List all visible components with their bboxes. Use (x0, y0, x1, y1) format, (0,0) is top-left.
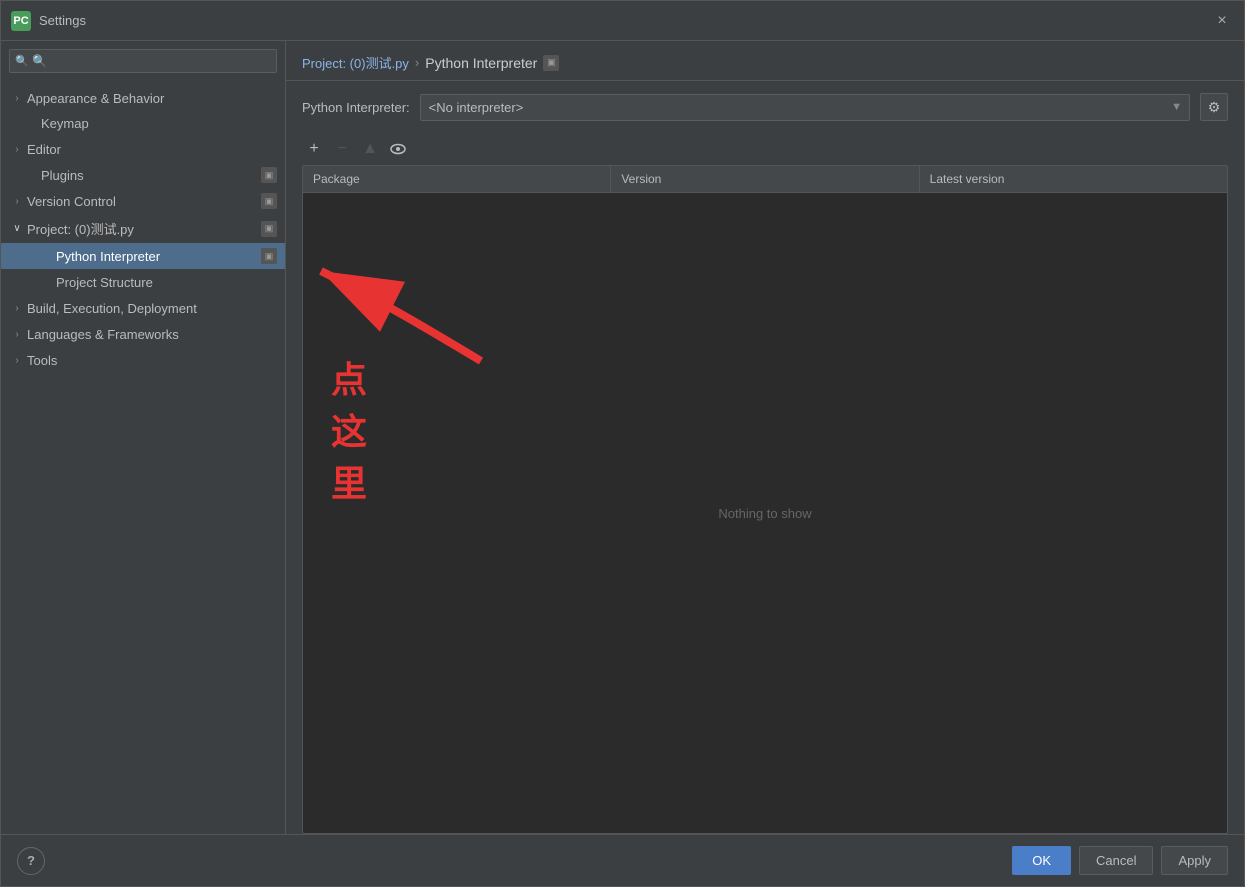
sidebar-item-build[interactable]: › Build, Execution, Deployment (1, 295, 285, 321)
chevron-right-icon-build: › (9, 300, 25, 316)
chevron-right-icon-vc: › (9, 193, 25, 209)
chevron-down-icon-project: ∨ (9, 221, 25, 237)
packages-toolbar: + − ▲ (286, 133, 1244, 165)
sidebar-label-tools: Tools (27, 353, 277, 368)
title-bar: PC Settings × (1, 1, 1244, 41)
search-icon: 🔍 (15, 55, 29, 68)
sidebar-label-appearance: Appearance & Behavior (27, 91, 277, 106)
sidebar: 🔍 › Appearance & Behavior Keymap › Edito… (1, 41, 286, 834)
settings-dialog: PC Settings × 🔍 › Appearance & Behavior … (0, 0, 1245, 887)
bottom-bar: ? OK Cancel Apply (1, 834, 1244, 886)
interpreter-dropdown[interactable]: <No interpreter> (420, 94, 1190, 121)
chevron-right-icon-lang: › (9, 326, 25, 342)
sidebar-item-project-structure[interactable]: Project Structure ▣ (1, 269, 285, 295)
breadcrumb-current: Python Interpreter (425, 55, 537, 71)
empty-state-text: Nothing to show (718, 506, 811, 521)
chevron-right-icon: › (9, 90, 25, 106)
sidebar-item-keymap[interactable]: Keymap (1, 111, 285, 136)
sidebar-label-build: Build, Execution, Deployment (27, 301, 277, 316)
help-button[interactable]: ? (17, 847, 45, 875)
sidebar-item-version-control[interactable]: › Version Control ▣ (1, 188, 285, 214)
interpreter-dropdown-wrapper: <No interpreter> ▼ (420, 94, 1190, 121)
sidebar-label-languages: Languages & Frameworks (27, 327, 277, 342)
cancel-button[interactable]: Cancel (1079, 846, 1153, 875)
close-button[interactable]: × (1210, 9, 1234, 33)
sidebar-item-python-interpreter[interactable]: Python Interpreter ▣ (1, 243, 285, 269)
bottom-actions: OK Cancel Apply (1012, 846, 1228, 875)
sidebar-item-languages[interactable]: › Languages & Frameworks (1, 321, 285, 347)
sidebar-item-plugins[interactable]: Plugins ▣ (1, 162, 285, 188)
interpreter-label: Python Interpreter: (302, 100, 410, 115)
add-package-button[interactable]: + (302, 137, 326, 161)
breadcrumb-project[interactable]: Project: (0)测试.py (302, 53, 409, 72)
search-box: 🔍 (9, 49, 277, 73)
column-version: Version (611, 166, 919, 192)
column-package: Package (303, 166, 611, 192)
sidebar-item-project[interactable]: ∨ Project: (0)测试.py ▣ (1, 214, 285, 243)
right-panel: Project: (0)测试.py › Python Interpreter ▣… (286, 41, 1244, 834)
sidebar-label-project: Project: (0)测试.py (27, 219, 134, 238)
sidebar-label-python-interpreter: Python Interpreter (56, 249, 261, 264)
interpreter-settings-button[interactable]: ⚙ (1200, 93, 1228, 121)
breadcrumb: Project: (0)测试.py › Python Interpreter ▣ (286, 41, 1244, 81)
search-input[interactable] (9, 49, 277, 73)
breadcrumb-separator: › (415, 55, 419, 70)
ok-button[interactable]: OK (1012, 846, 1071, 875)
dialog-title: Settings (39, 13, 1210, 28)
sidebar-nav: › Appearance & Behavior Keymap › Editor … (1, 81, 285, 834)
sidebar-label-editor: Editor (27, 142, 277, 157)
column-latest-version: Latest version (920, 166, 1227, 192)
python-interpreter-icon: ▣ (261, 248, 277, 264)
sidebar-item-tools[interactable]: › Tools (1, 347, 285, 373)
sidebar-label-keymap: Keymap (41, 116, 277, 131)
sidebar-label-plugins: Plugins (41, 168, 261, 183)
plugins-icon: ▣ (261, 167, 277, 183)
pin-icon[interactable]: ▣ (543, 55, 559, 71)
main-content: 🔍 › Appearance & Behavior Keymap › Edito… (1, 41, 1244, 834)
apply-button[interactable]: Apply (1161, 846, 1228, 875)
show-all-button[interactable] (386, 137, 410, 161)
chevron-right-icon-tools: › (9, 352, 25, 368)
sidebar-item-appearance[interactable]: › Appearance & Behavior (1, 85, 285, 111)
sidebar-label-project-structure: Project Structure (56, 275, 261, 290)
app-icon: PC (11, 11, 31, 31)
table-header: Package Version Latest version (303, 166, 1227, 193)
table-body: Nothing to show (303, 193, 1227, 833)
move-up-button[interactable]: ▲ (358, 137, 382, 161)
chevron-right-icon-editor: › (9, 141, 25, 157)
vc-icon: ▣ (261, 193, 277, 209)
project-icon: ▣ (261, 221, 277, 237)
remove-package-button[interactable]: − (330, 137, 354, 161)
sidebar-label-vc: Version Control (27, 194, 116, 209)
interpreter-row: Python Interpreter: <No interpreter> ▼ ⚙ (286, 81, 1244, 133)
packages-table: Package Version Latest version Nothing t… (302, 165, 1228, 834)
sidebar-item-editor[interactable]: › Editor (1, 136, 285, 162)
